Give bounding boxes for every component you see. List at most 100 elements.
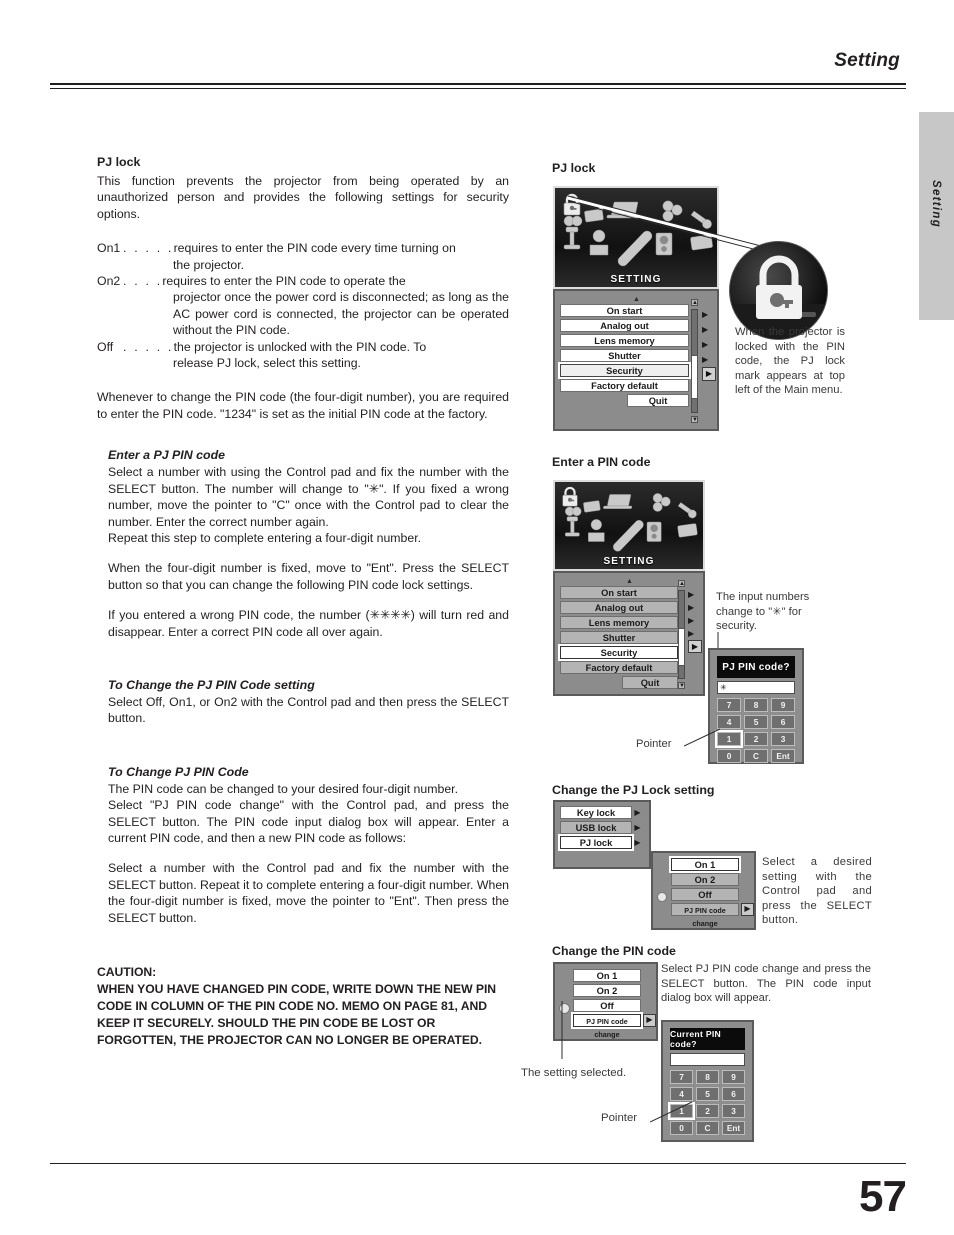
pin-keypad: 7 8 9 4 5 6 1 2 3 0 C Ent bbox=[715, 698, 795, 763]
menu-row[interactable]: Security bbox=[558, 362, 691, 379]
key-clear[interactable]: C bbox=[696, 1121, 719, 1135]
option-pj-pin-code-change-selected[interactable]: PJ PIN code change bbox=[571, 1012, 643, 1039]
menu-row[interactable]: Key lock ▶ bbox=[560, 806, 645, 819]
menu-item-security[interactable]: Security bbox=[558, 362, 691, 379]
key-5[interactable]: 5 bbox=[696, 1087, 719, 1101]
menu-scrollbar[interactable]: ▲ ▼ bbox=[678, 580, 686, 689]
menu-row[interactable]: PJ PIN code change ▶ bbox=[671, 903, 754, 928]
key-8[interactable]: 8 bbox=[744, 698, 768, 712]
menu-row[interactable]: Factory default bbox=[560, 661, 678, 674]
submenu-arrow-icon[interactable]: ▶ bbox=[741, 903, 754, 916]
option-on1[interactable]: On 1 bbox=[573, 969, 641, 982]
key-7[interactable]: 7 bbox=[670, 1070, 693, 1084]
key-6[interactable]: 6 bbox=[722, 1087, 745, 1101]
submenu-arrow-column: ▶ ▶ ▶ ▶ ▶ bbox=[688, 588, 702, 653]
submenu-arrow-icon[interactable]: ▶ bbox=[702, 307, 714, 322]
key-5[interactable]: 5 bbox=[744, 715, 768, 729]
submenu-arrow-icon[interactable]: ▶ bbox=[632, 838, 643, 847]
scrollbar-thumb[interactable] bbox=[691, 355, 698, 399]
key-3[interactable]: 3 bbox=[722, 1104, 745, 1118]
menu-row[interactable]: On start bbox=[560, 586, 678, 599]
menu-item-pj-lock[interactable]: PJ lock bbox=[558, 834, 634, 851]
menu-row[interactable]: Analog out bbox=[560, 601, 678, 614]
menu-row[interactable]: PJ lock ▶ bbox=[558, 834, 645, 851]
menu-row[interactable]: USB lock ▶ bbox=[560, 821, 645, 834]
menu-row[interactable]: Factory default bbox=[560, 379, 689, 392]
option-on2[interactable]: On 2 bbox=[671, 873, 739, 886]
submenu-arrow-icon-selected[interactable]: ▶ bbox=[702, 367, 716, 381]
osd-lock-menu: Key lock ▶ USB lock ▶ PJ lock ▶ bbox=[553, 800, 651, 869]
menu-item-shutter[interactable]: Shutter bbox=[560, 631, 678, 644]
menu-row[interactable]: On 1 bbox=[573, 969, 651, 982]
key-2[interactable]: 2 bbox=[744, 732, 768, 746]
menu-item-on-start[interactable]: On start bbox=[560, 304, 689, 317]
scrollbar-down-cap[interactable]: ▼ bbox=[678, 682, 685, 689]
submenu-arrow-icon[interactable]: ▶ bbox=[688, 627, 700, 640]
menu-row[interactable]: PJ PIN code change ▶ bbox=[571, 1012, 656, 1039]
submenu-arrow-icon[interactable]: ▶ bbox=[632, 823, 643, 832]
option-pj-pin-code-change[interactable]: PJ PIN code change bbox=[671, 903, 739, 928]
submenu-arrow-icon[interactable]: ▶ bbox=[702, 337, 714, 352]
submenu-arrow-icon[interactable]: ▶ bbox=[688, 588, 700, 601]
menu-item-shutter[interactable]: Shutter bbox=[560, 349, 689, 362]
menu-scrollbar[interactable]: ▲ ▼ bbox=[691, 299, 699, 423]
key-8[interactable]: 8 bbox=[696, 1070, 719, 1084]
menu-row[interactable]: Shutter bbox=[560, 349, 689, 362]
submenu-arrow-icon[interactable]: ▶ bbox=[632, 808, 643, 817]
submenu-arrow-icon-selected[interactable]: ▶ bbox=[688, 640, 702, 653]
scrollbar-up-cap[interactable]: ▲ bbox=[691, 299, 698, 306]
menu-item-quit[interactable]: Quit bbox=[627, 394, 689, 407]
menu-row[interactable]: Off bbox=[671, 888, 749, 901]
menu-row[interactable]: Off bbox=[573, 999, 651, 1012]
menu-row[interactable]: Security bbox=[558, 644, 680, 661]
key-9[interactable]: 9 bbox=[771, 698, 795, 712]
submenu-arrow-icon[interactable]: ▶ bbox=[688, 614, 700, 627]
menu-item-factory-default[interactable]: Factory default bbox=[560, 661, 678, 674]
menu-row[interactable]: Lens memory bbox=[560, 334, 689, 347]
menu-row[interactable]: Shutter bbox=[560, 631, 678, 644]
option-dots: . . . . bbox=[123, 274, 163, 289]
option-on2[interactable]: On 2 bbox=[573, 984, 641, 997]
key-enter[interactable]: Ent bbox=[722, 1121, 745, 1135]
option-cont-on2: projector once the power cord is disconn… bbox=[173, 290, 509, 338]
scrollbar-up-cap[interactable]: ▲ bbox=[678, 580, 685, 587]
key-clear[interactable]: C bbox=[744, 749, 768, 763]
scrollbar-thumb[interactable] bbox=[678, 628, 685, 666]
option-off[interactable]: Off bbox=[573, 999, 641, 1012]
submenu-arrow-icon[interactable]: ▶ bbox=[643, 1014, 656, 1027]
menu-item-factory-default[interactable]: Factory default bbox=[560, 379, 689, 392]
menu-row[interactable]: Analog out bbox=[560, 319, 689, 332]
menu-row[interactable]: On 2 bbox=[573, 984, 651, 997]
submenu-arrow-icon[interactable]: ▶ bbox=[688, 601, 700, 614]
menu-item-lens-memory[interactable]: Lens memory bbox=[560, 616, 678, 629]
option-on1[interactable]: On 1 bbox=[669, 856, 741, 873]
submenu-arrow-icon[interactable]: ▶ bbox=[702, 322, 714, 337]
option-off[interactable]: Off bbox=[671, 888, 739, 901]
scrollbar-down-cap[interactable]: ▼ bbox=[691, 416, 698, 423]
menu-row[interactable]: Lens memory bbox=[560, 616, 678, 629]
menu-row[interactable]: Quit bbox=[560, 676, 678, 689]
key-6[interactable]: 6 bbox=[771, 715, 795, 729]
menu-item-analog-out[interactable]: Analog out bbox=[560, 601, 678, 614]
menu-item-on-start[interactable]: On start bbox=[560, 586, 678, 599]
menu-item-key-lock[interactable]: Key lock bbox=[560, 806, 632, 819]
menu-row[interactable]: On 2 bbox=[671, 873, 749, 886]
key-3[interactable]: 3 bbox=[771, 732, 795, 746]
menu-item-quit[interactable]: Quit bbox=[622, 676, 678, 689]
menu-item-analog-out[interactable]: Analog out bbox=[560, 319, 689, 332]
submenu-arrow-icon[interactable]: ▶ bbox=[702, 352, 714, 367]
menu-row[interactable]: On start bbox=[560, 304, 689, 317]
key-2[interactable]: 2 bbox=[696, 1104, 719, 1118]
osd-pjlock-options-1: On 1 On 2 Off PJ PIN code change ▶ bbox=[651, 851, 756, 930]
pin-code-input[interactable] bbox=[670, 1053, 745, 1066]
keypad-row: 1 2 3 bbox=[715, 730, 795, 748]
key-enter[interactable]: Ent bbox=[771, 749, 795, 763]
menu-item-usb-lock[interactable]: USB lock bbox=[560, 821, 632, 834]
key-7[interactable]: 7 bbox=[717, 698, 741, 712]
menu-row[interactable]: On 1 bbox=[669, 856, 749, 873]
menu-item-lens-memory[interactable]: Lens memory bbox=[560, 334, 689, 347]
menu-row[interactable]: Quit bbox=[560, 394, 689, 407]
menu-item-security[interactable]: Security bbox=[558, 644, 680, 661]
key-9[interactable]: 9 bbox=[722, 1070, 745, 1084]
pin-code-input[interactable]: ✳ bbox=[717, 681, 795, 694]
